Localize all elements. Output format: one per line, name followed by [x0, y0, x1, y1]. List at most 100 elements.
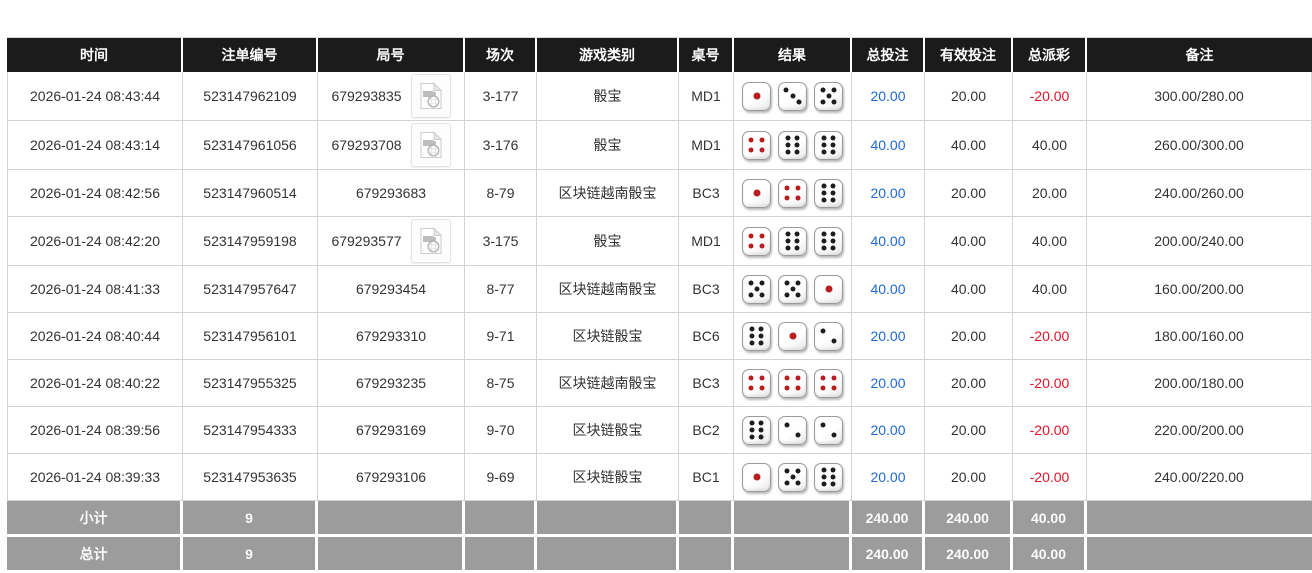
- game-type-cell: 区块链骰宝: [537, 407, 679, 454]
- session-cell: 8-79: [465, 170, 537, 217]
- round-number: 679293708: [331, 137, 402, 153]
- bet-id-cell: 523147960514: [183, 170, 318, 217]
- round-number: 679293835: [331, 88, 402, 104]
- die-6: [742, 415, 771, 445]
- round-number: 679293310: [355, 328, 427, 344]
- remark-cell: 300.00/280.00: [1087, 72, 1312, 121]
- round-number: 679293106: [355, 469, 427, 485]
- total-bet-cell[interactable]: 40.00: [852, 266, 925, 313]
- session-cell: 3-175: [465, 217, 537, 266]
- round-number: 679293683: [355, 185, 427, 201]
- video-file-icon[interactable]: [410, 74, 451, 118]
- round-no-cell: 679293835: [318, 72, 465, 121]
- result-cell: [734, 217, 852, 266]
- bet-id-cell: 523147953635: [183, 454, 318, 501]
- valid-bet-cell: 20.00: [925, 170, 1013, 217]
- round-no-cell: 679293106: [318, 454, 465, 501]
- time-cell: 2026-01-24 08:39:33: [7, 454, 183, 501]
- table-no-cell: MD1: [679, 217, 734, 266]
- bet-id-cell: 523147957647: [183, 266, 318, 313]
- payout-cell: 20.00: [1013, 170, 1087, 217]
- total-bet-cell[interactable]: 20.00: [852, 170, 925, 217]
- table-row: 2026-01-24 08:39:33 523147953635 6792931…: [7, 454, 1312, 501]
- die-5: [778, 462, 807, 492]
- dice-result: [737, 81, 848, 111]
- subtotal-count: 9: [183, 501, 318, 537]
- time-cell: 2026-01-24 08:42:20: [7, 217, 183, 266]
- dice-result: [737, 178, 848, 208]
- subtotal-label: 小计: [7, 501, 183, 537]
- die-1: [742, 462, 771, 492]
- dice-result: [737, 368, 848, 398]
- time-cell: 2026-01-24 08:43:44: [7, 72, 183, 121]
- die-4: [778, 368, 807, 398]
- video-file-icon[interactable]: [410, 123, 451, 167]
- table-row: 2026-01-24 08:41:33 523147957647 6792934…: [7, 266, 1312, 313]
- round-number: 679293454: [355, 281, 427, 297]
- session-cell: 8-77: [465, 266, 537, 313]
- dice-result: [737, 226, 848, 256]
- valid-bet-cell: 20.00: [925, 313, 1013, 360]
- die-6: [814, 178, 843, 208]
- table-row: 2026-01-24 08:43:44 523147962109 6792938…: [7, 72, 1312, 121]
- result-cell: [734, 170, 852, 217]
- valid-bet-cell: 20.00: [925, 454, 1013, 501]
- subtotal-valid-bet: 240.00: [925, 501, 1013, 537]
- header-payout: 总派彩: [1013, 37, 1087, 72]
- remark-cell: 220.00/200.00: [1087, 407, 1312, 454]
- payout-cell: 40.00: [1013, 266, 1087, 313]
- table-row: 2026-01-24 08:39:56 523147954333 6792931…: [7, 407, 1312, 454]
- table-row: 2026-01-24 08:40:22 523147955325 6792932…: [7, 360, 1312, 407]
- die-4: [742, 368, 771, 398]
- valid-bet-cell: 40.00: [925, 217, 1013, 266]
- table-row: 2026-01-24 08:42:56 523147960514 6792936…: [7, 170, 1312, 217]
- time-cell: 2026-01-24 08:39:56: [7, 407, 183, 454]
- result-cell: [734, 266, 852, 313]
- bet-records-page: 时间 注单编号 局号 场次 游戏类别 桌号 结果 总投注 有效投注 总派彩 备注…: [0, 0, 1312, 573]
- total-bet-cell[interactable]: 20.00: [852, 454, 925, 501]
- header-valid-bet: 有效投注: [925, 37, 1013, 72]
- bet-id-cell: 523147961056: [183, 121, 318, 170]
- game-type-cell: 区块链越南骰宝: [537, 170, 679, 217]
- table-row: 2026-01-24 08:43:14 523147961056 6792937…: [7, 121, 1312, 170]
- time-cell: 2026-01-24 08:41:33: [7, 266, 183, 313]
- total-bet-cell[interactable]: 20.00: [852, 313, 925, 360]
- session-cell: 9-69: [465, 454, 537, 501]
- die-6: [814, 462, 843, 492]
- valid-bet-cell: 20.00: [925, 407, 1013, 454]
- game-type-cell: 骰宝: [537, 72, 679, 121]
- table-header-row: 时间 注单编号 局号 场次 游戏类别 桌号 结果 总投注 有效投注 总派彩 备注: [7, 37, 1312, 72]
- die-6: [778, 226, 807, 256]
- game-type-cell: 区块链骰宝: [537, 313, 679, 360]
- total-bet-cell[interactable]: 20.00: [852, 360, 925, 407]
- bet-id-cell: 523147959198: [183, 217, 318, 266]
- game-type-cell: 骰宝: [537, 121, 679, 170]
- die-4: [742, 130, 771, 160]
- total-bet-cell[interactable]: 20.00: [852, 72, 925, 121]
- header-total-bet: 总投注: [852, 37, 925, 72]
- payout-cell: -20.00: [1013, 360, 1087, 407]
- total-label: 总计: [7, 537, 183, 573]
- total-bet-cell[interactable]: 20.00: [852, 407, 925, 454]
- time-cell: 2026-01-24 08:40:22: [7, 360, 183, 407]
- dice-result: [737, 274, 848, 304]
- remark-cell: 200.00/180.00: [1087, 360, 1312, 407]
- bet-id-cell: 523147962109: [183, 72, 318, 121]
- video-file-icon[interactable]: [410, 219, 451, 263]
- total-bet-cell[interactable]: 40.00: [852, 121, 925, 170]
- remark-cell: 240.00/220.00: [1087, 454, 1312, 501]
- die-5: [778, 274, 807, 304]
- session-cell: 3-176: [465, 121, 537, 170]
- session-cell: 3-177: [465, 72, 537, 121]
- subtotal-row: 小计 9 240.00 240.00 40.00: [7, 501, 1312, 537]
- total-valid-bet: 240.00: [925, 537, 1013, 573]
- round-number: 679293235: [355, 375, 427, 391]
- die-1: [814, 274, 843, 304]
- header-round-no: 局号: [318, 37, 465, 72]
- valid-bet-cell: 40.00: [925, 121, 1013, 170]
- round-no-cell: 679293708: [318, 121, 465, 170]
- table-no-cell: BC3: [679, 360, 734, 407]
- game-type-cell: 区块链骰宝: [537, 454, 679, 501]
- total-bet-cell[interactable]: 40.00: [852, 217, 925, 266]
- round-no-cell: 679293310: [318, 313, 465, 360]
